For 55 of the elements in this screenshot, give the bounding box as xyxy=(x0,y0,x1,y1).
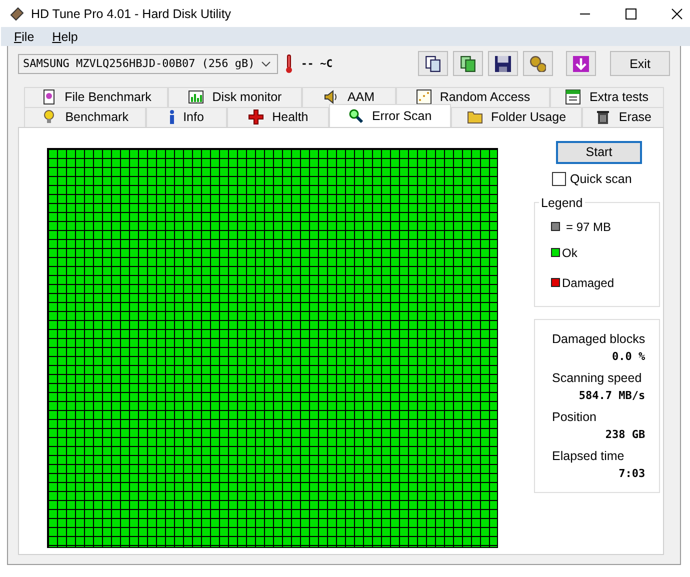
coins-icon xyxy=(530,56,546,72)
stat-label: Elapsed time xyxy=(552,448,626,463)
cross-icon xyxy=(248,109,264,126)
bar-chart-icon xyxy=(188,89,204,106)
stat-label: Damaged blocks xyxy=(552,332,646,346)
tab[interactable]: Erase xyxy=(582,106,664,127)
legend-label: Ok xyxy=(562,246,578,260)
stat-value: 7:03 xyxy=(618,466,646,480)
tab[interactable]: File Benchmark xyxy=(24,86,168,107)
trash-icon xyxy=(594,109,611,126)
copy-icon xyxy=(425,56,441,72)
table-icon xyxy=(565,89,582,106)
legend-label: Damaged xyxy=(562,276,614,290)
tab[interactable]: Folder Usage xyxy=(450,106,582,127)
document-icon xyxy=(40,89,57,106)
tab[interactable]: Error Scan xyxy=(329,104,451,127)
tab[interactable]: Health xyxy=(227,106,330,127)
copy-icon xyxy=(460,56,476,72)
stat-label: Position xyxy=(552,410,598,424)
tab[interactable]: Info xyxy=(146,106,228,127)
tab[interactable]: AAM xyxy=(302,86,396,107)
tab[interactable]: Extra tests xyxy=(550,86,664,107)
save-icon xyxy=(495,56,511,72)
scatter-icon xyxy=(416,89,432,106)
tab[interactable]: Disk monitor xyxy=(168,86,302,107)
folder-icon xyxy=(467,109,483,126)
thermometer-icon xyxy=(285,54,293,74)
copy-all-button[interactable] xyxy=(453,51,483,76)
start-button[interactable]: Start xyxy=(556,140,642,164)
window-title: HD Tune Pro 4.01 - Hard Disk Utility xyxy=(31,6,232,21)
info-icon xyxy=(169,109,176,126)
drive-dropdown[interactable]: SAMSUNG MZVLQ256HBJD-00B07 (256 gB) xyxy=(18,54,278,74)
stat-value: 0.0 % xyxy=(612,350,646,363)
exit-button[interactable]: Exit xyxy=(610,51,670,76)
download-icon xyxy=(573,56,589,72)
tab[interactable]: Benchmark xyxy=(24,106,146,127)
stat-label: Scanning speed xyxy=(552,370,643,385)
caret-icon xyxy=(261,60,271,67)
search-icon xyxy=(348,108,364,124)
quick-scan-checkbox[interactable]: Quick scan xyxy=(552,172,660,186)
save-button[interactable] xyxy=(488,51,518,76)
temperature-reading: -- ~C xyxy=(301,58,333,70)
tab[interactable]: Random Access xyxy=(396,86,550,107)
legend-label: = 97 MB xyxy=(566,220,612,234)
menu-item[interactable]: Help xyxy=(52,30,78,44)
maximize-icon[interactable] xyxy=(625,8,637,20)
download-button[interactable] xyxy=(566,51,596,76)
stat-value: 584.7 MB/s xyxy=(578,388,646,402)
close-icon[interactable] xyxy=(671,8,683,20)
copy-button[interactable] xyxy=(418,51,448,76)
menu-item[interactable]: File xyxy=(14,30,34,44)
settings-button[interactable] xyxy=(523,51,553,76)
stat-value: 238 GB xyxy=(605,428,646,441)
legend-title: Legend xyxy=(540,196,584,210)
speaker-icon xyxy=(323,89,340,106)
